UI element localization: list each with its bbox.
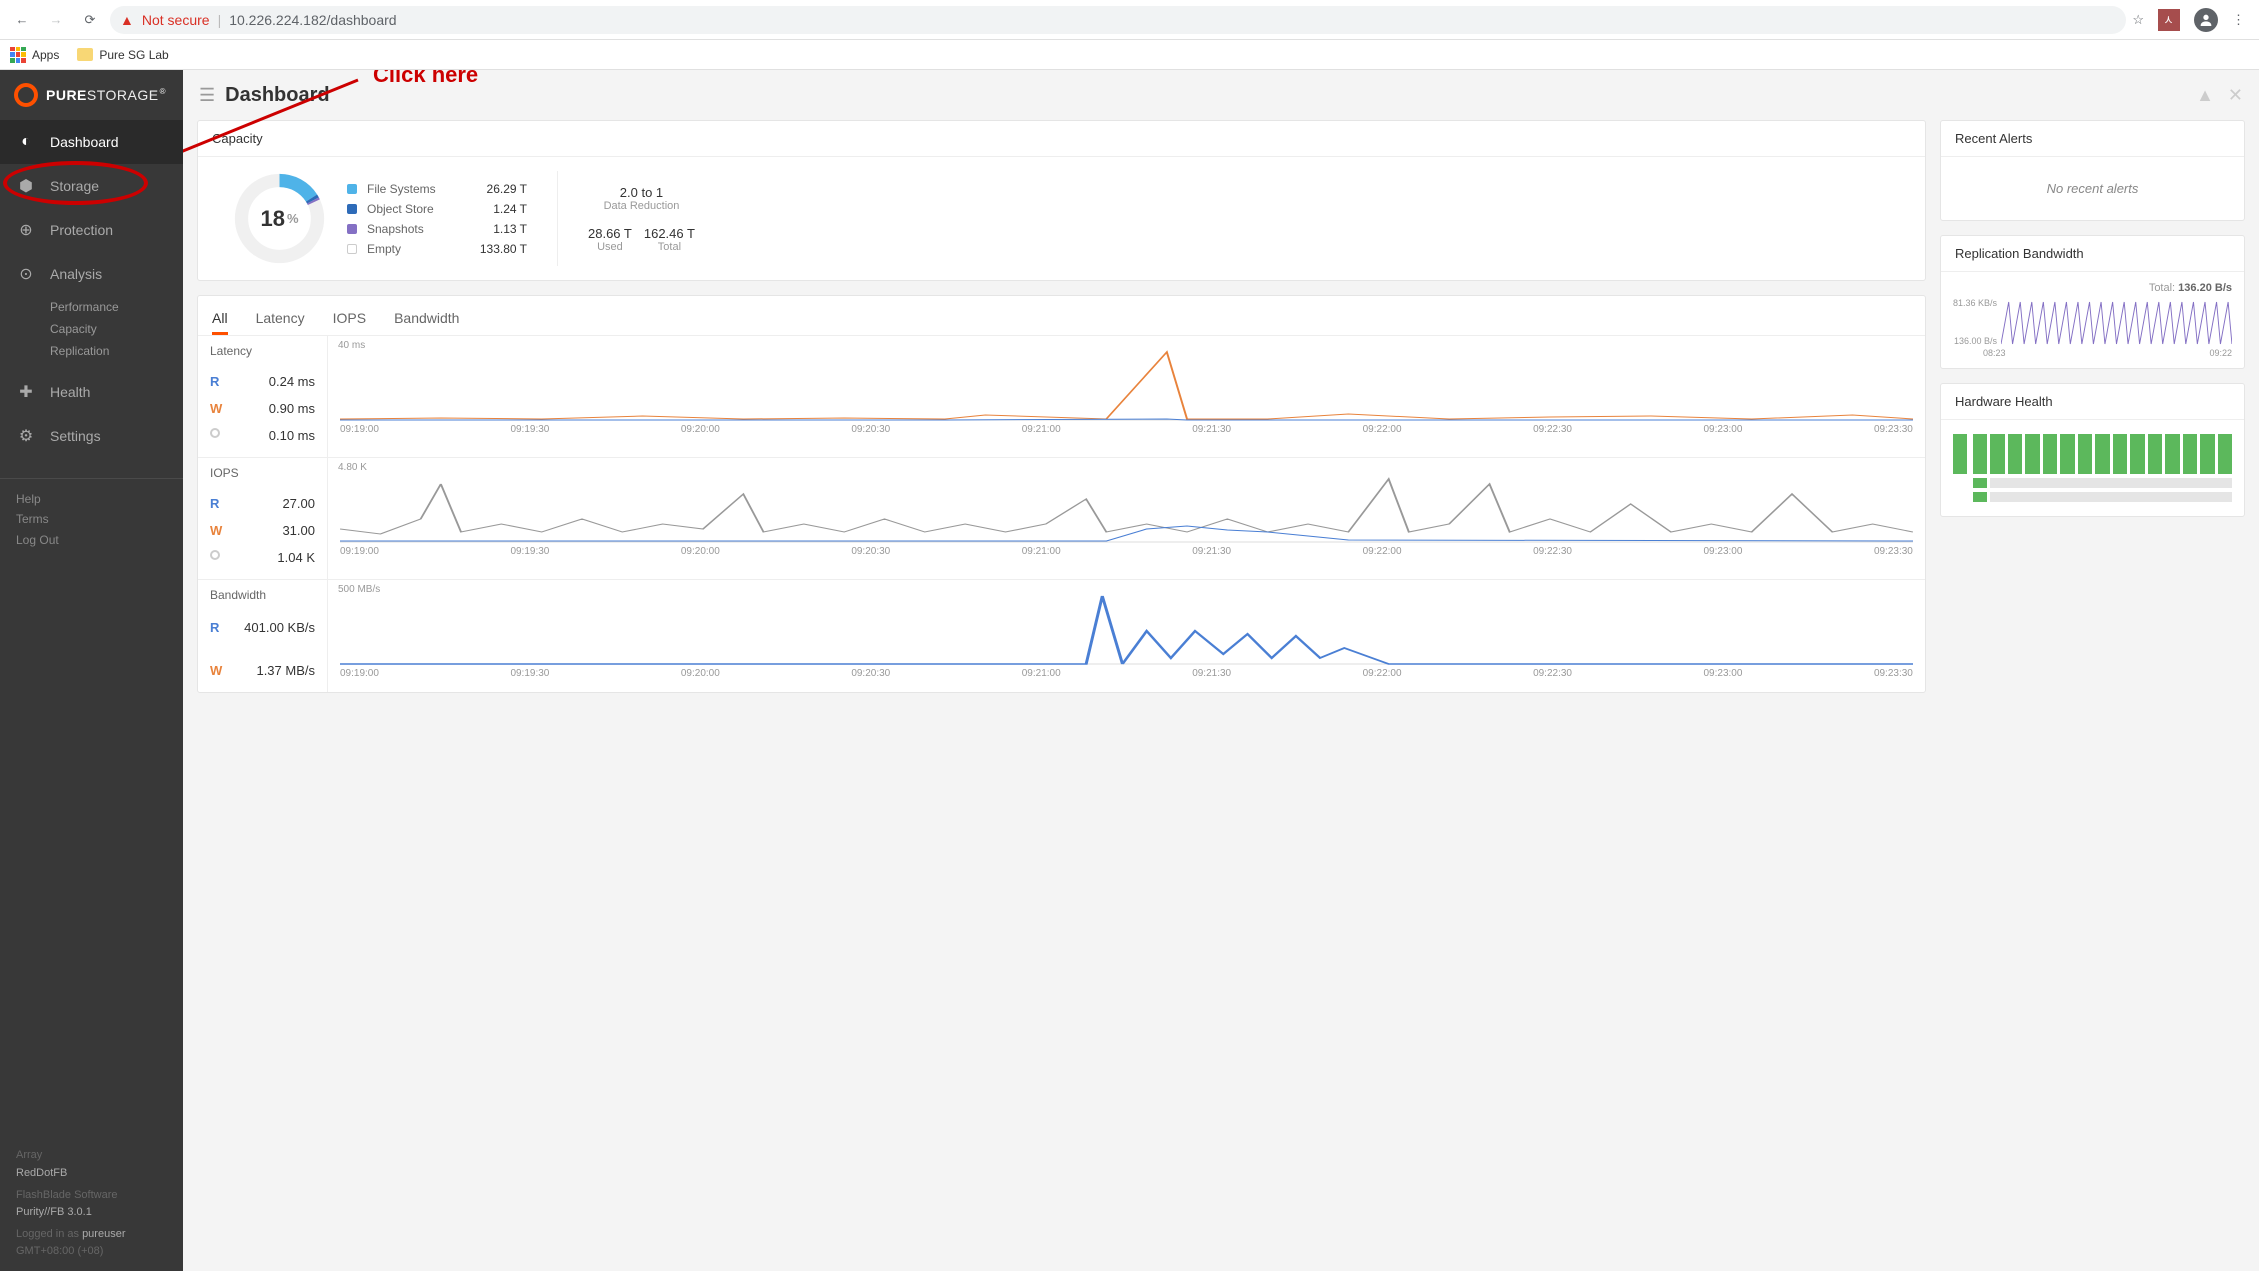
sidebar-sub-replication[interactable]: Replication [0, 340, 183, 362]
replication-bandwidth-panel: Replication Bandwidth Total: 136.20 B/s … [1940, 235, 2245, 369]
protection-icon: ⊕ [16, 220, 36, 240]
hamburger-icon[interactable]: ☰ [199, 85, 215, 106]
alert-bell-icon[interactable]: ▲ [2196, 85, 2214, 106]
sidebar-item-dashboard[interactable]: ◐ Dashboard [0, 120, 183, 164]
sidebar: PURESTORAGE® ◐ Dashboard ⬢ Storage ⊕ Pro… [0, 70, 183, 1271]
folder-icon [77, 48, 93, 61]
repl-title: Replication Bandwidth [1941, 236, 2244, 272]
sidebar-item-storage[interactable]: ⬢ Storage [0, 164, 183, 208]
back-button[interactable]: ← [8, 6, 36, 34]
alerts-empty: No recent alerts [1941, 157, 2244, 220]
address-bar[interactable]: ▲ Not secure | 10.226.224.182/dashboard [110, 6, 2126, 34]
tab-all[interactable]: All [212, 304, 228, 335]
analysis-icon: ⊙ [16, 264, 36, 284]
sidebar-item-analysis[interactable]: ⊙ Analysis [0, 252, 183, 296]
capacity-legend: File Systems26.29 T Object Store1.24 T S… [347, 182, 527, 256]
bandwidth-chart: Bandwidth R401.00 KB/s W1.37 MB/s 500 MB… [198, 580, 1925, 692]
apps-shortcut[interactable]: Apps [10, 47, 59, 63]
performance-tabs: All Latency IOPS Bandwidth [198, 296, 1925, 336]
capacity-panel: Capacity 18% File System [197, 120, 1926, 281]
performance-panel: All Latency IOPS Bandwidth Latency R0.24… [197, 295, 1926, 693]
profile-avatar-icon[interactable] [2194, 8, 2218, 32]
main-content: ☰ Dashboard ▲ ✕ Click here Capacity [183, 70, 2259, 1271]
storage-icon: ⬢ [16, 176, 36, 196]
alerts-title: Recent Alerts [1941, 121, 2244, 157]
help-link[interactable]: Help [16, 489, 167, 509]
page-header: ☰ Dashboard ▲ ✕ [183, 70, 2259, 120]
brand-logo: PURESTORAGE® [0, 70, 183, 120]
bookmark-folder[interactable]: Pure SG Lab [77, 48, 168, 62]
sidebar-item-health[interactable]: ✚ Health [0, 370, 183, 414]
sidebar-footer: Array RedDotFB FlashBlade Software Purit… [0, 1137, 183, 1271]
settings-icon: ⚙ [16, 426, 36, 446]
sidebar-sub-capacity[interactable]: Capacity [0, 318, 183, 340]
sidebar-item-settings[interactable]: ⚙ Settings [0, 414, 183, 458]
tab-bandwidth[interactable]: Bandwidth [394, 304, 459, 335]
logo-icon [14, 83, 38, 107]
capacity-title: Capacity [198, 121, 1925, 157]
close-icon[interactable]: ✕ [2228, 85, 2243, 106]
bookmarks-bar: Apps Pure SG Lab [0, 40, 2259, 70]
star-icon[interactable]: ☆ [2132, 12, 2144, 28]
dashboard-icon: ◐ [16, 132, 36, 152]
terms-link[interactable]: Terms [16, 509, 167, 529]
forward-button[interactable]: → [42, 6, 70, 34]
tab-latency[interactable]: Latency [256, 304, 305, 335]
capacity-stats: 2.0 to 1 Data Reduction 28.66 TUsed 162.… [588, 185, 695, 253]
pdf-extension-icon[interactable]: 人 [2158, 9, 2180, 31]
sidebar-sub-performance[interactable]: Performance [0, 296, 183, 318]
warning-icon: ▲ [120, 12, 134, 28]
url-text: 10.226.224.182/dashboard [229, 12, 396, 28]
sidebar-item-protection[interactable]: ⊕ Protection [0, 208, 183, 252]
sidebar-links: Help Terms Log Out [0, 478, 183, 560]
menu-dots-icon[interactable]: ⋮ [2232, 12, 2245, 28]
recent-alerts-panel: Recent Alerts No recent alerts [1940, 120, 2245, 221]
iops-chart: IOPS R27.00 W31.00 1.04 K 4.80 K [198, 458, 1925, 580]
not-secure-label: Not secure [142, 12, 210, 28]
hardware-health-panel: Hardware Health [1940, 383, 2245, 517]
capacity-donut: 18% [232, 171, 327, 266]
page-title: Dashboard [225, 84, 329, 107]
health-icon: ✚ [16, 382, 36, 402]
replication-sparkline [2001, 298, 2232, 346]
hw-title: Hardware Health [1941, 384, 2244, 420]
browser-toolbar: ← → ⟳ ▲ Not secure | 10.226.224.182/dash… [0, 0, 2259, 40]
latency-chart: Latency R0.24 ms W0.90 ms 0.10 ms 40 ms [198, 336, 1925, 458]
reload-button[interactable]: ⟳ [76, 6, 104, 34]
tab-iops[interactable]: IOPS [333, 304, 366, 335]
logout-link[interactable]: Log Out [16, 530, 167, 550]
hardware-health-grid[interactable] [1941, 420, 2244, 516]
apps-icon [10, 47, 26, 63]
